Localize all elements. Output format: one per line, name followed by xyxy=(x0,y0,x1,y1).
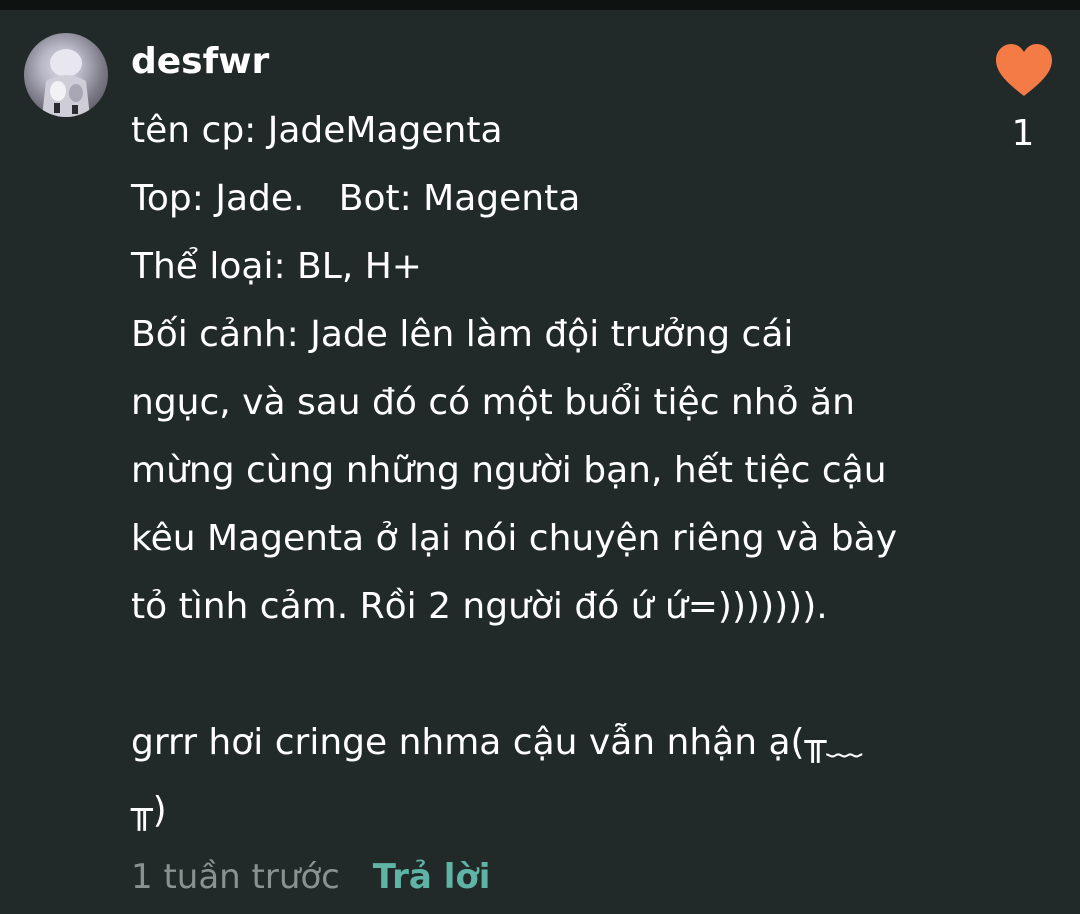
reply-button[interactable]: Trả lời xyxy=(373,857,491,897)
comment-text: tên cp: JadeMagenta Top: Jade. Bot: Mage… xyxy=(131,97,911,845)
comment-blank-line xyxy=(131,641,911,709)
comment-line: Bối cảnh: Jade lên làm đội trưởng cái xyxy=(131,314,794,355)
comment-username[interactable]: desfwr xyxy=(131,38,269,86)
comment-line: ╥) xyxy=(131,790,167,831)
comment-timestamp: 1 tuần trước xyxy=(131,857,340,897)
avatar-image xyxy=(42,49,90,117)
like-count: 1 xyxy=(1011,113,1035,154)
heart-icon xyxy=(996,44,1052,96)
comment-line: kêu Magenta ở lại nói chuyện riêng và bà… xyxy=(131,518,898,559)
comment-meta: 1 tuần trước Trả lời xyxy=(131,852,490,902)
like-button[interactable] xyxy=(992,40,1056,100)
avatar[interactable] xyxy=(24,33,108,117)
comment-line: mừng cùng những người bạn, hết tiệc cậu xyxy=(131,450,887,491)
comment-line: grrr hơi cringe nhma cậu vẫn nhận ạ(╥﹏ xyxy=(131,722,863,763)
comment-line: ngục, và sau đó có một buổi tiệc nhỏ ăn xyxy=(131,382,855,423)
comment-line: Top: Jade. Bot: Magenta xyxy=(131,178,581,219)
comment-line: tên cp: JadeMagenta xyxy=(131,110,503,151)
status-bar-edge xyxy=(0,0,1080,10)
comment-line: tỏ tình cảm. Rồi 2 người đó ứ ứ=))))))). xyxy=(131,586,828,627)
comment-line: Thể loại: BL, H+ xyxy=(131,246,422,287)
